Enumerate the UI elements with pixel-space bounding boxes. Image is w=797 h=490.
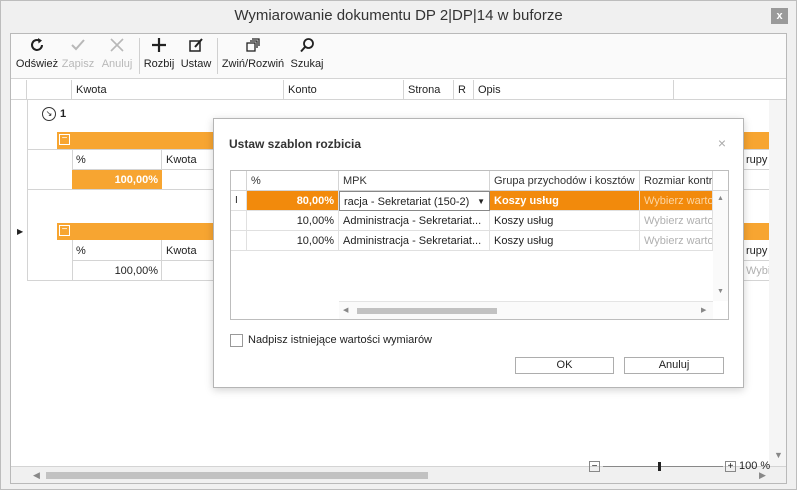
dialog-close-icon[interactable]: × [718,135,726,151]
dialog-vertical-scrollbar[interactable]: ▲ ▼ [713,191,728,301]
ok-button[interactable]: OK [515,357,614,374]
collapse-expand-button[interactable]: Zwiń/Rozwiń [220,36,286,76]
dialog-column-size[interactable]: Rozmiar kontr [640,171,713,191]
row-indicator-icon: ▶ [17,227,24,236]
cancel-dialog-button[interactable]: Anuluj [624,357,724,374]
cancel-button[interactable]: Anuluj [99,36,135,76]
plus-icon [142,36,176,58]
dialog-row2-size[interactable]: Wybierz wartość [640,211,713,231]
zoom-in-button[interactable]: + [725,461,736,472]
right-header-fragment: rupy [746,154,768,166]
dialog-row2-group[interactable]: Koszy usług [490,211,640,231]
overwrite-checkbox[interactable] [230,334,243,347]
scroll-thumb[interactable] [46,472,428,479]
dialog-column-group[interactable]: Grupa przychodów i kosztów [490,171,640,191]
mpk-dropdown[interactable]: racja - Sekretariat (150-2) ▼ [339,191,490,211]
dialog-row3-group[interactable]: Koszy usług [490,231,640,251]
search-icon [289,36,325,58]
refresh-button[interactable]: Odśwież [15,36,59,76]
row-indicator [231,211,247,231]
scroll-down-icon[interactable]: ▼ [774,450,783,460]
row2-percent: 100,00% [114,265,158,277]
dialog-column-percent[interactable]: % [247,171,339,191]
save-label: Zapisz [61,58,95,70]
set-label: Ustaw [180,58,212,70]
window-close-button[interactable]: x [771,8,788,24]
dialog-row2-percent[interactable]: 10,00% [247,211,339,231]
overwrite-label: Nadpisz istniejące wartości wymiarów [248,334,433,346]
toolbar: Odśwież Zapisz Anuluj Rozbij Ustaw Zwiń/… [11,34,786,79]
scroll-left-icon[interactable]: ◀ [33,470,40,481]
save-button[interactable]: Zapisz [61,36,95,76]
zoom-control: − + 100 % [589,460,774,474]
dialog-row3-size[interactable]: Wybierz wartość [640,231,713,251]
zoom-slider-thumb[interactable] [658,462,661,471]
search-label: Szukaj [290,58,324,70]
right-header-fragment-2: rupy [746,245,768,257]
column-header-empty [674,80,786,100]
x-icon [99,36,135,58]
search-button[interactable]: Szukaj [289,36,325,76]
group-collapse-icon[interactable]: ↘ [42,107,56,121]
column-header-r[interactable]: R [454,80,474,100]
check-icon [61,36,95,58]
row-cursor-icon: I [231,191,247,211]
split-template-dialog: Ustaw szablon rozbicia × % MPK Grupa prz… [213,118,744,388]
group-label: 1 [60,108,67,120]
dialog-row3-percent[interactable]: 10,00% [247,231,339,251]
collapse-toggle-icon[interactable]: − [59,134,70,145]
split-button[interactable]: Rozbij [142,36,176,76]
dialog-scroll-thumb[interactable] [357,308,497,314]
column-header-strona[interactable]: Strona [404,80,454,100]
vertical-scrollbar[interactable]: ▼ [769,100,786,466]
grid-header-spacer [27,80,72,100]
dialog-row1-group[interactable]: Koszy usług [490,191,640,211]
toolbar-separator [139,38,140,74]
cancel-label: Anuluj [101,58,133,70]
zoom-slider-track[interactable] [603,466,723,467]
dialog-row3-mpk[interactable]: Administracja - Sekretariat... [339,231,490,251]
sub-header-kwota-2: Kwota [166,245,197,257]
sub-header-kwota: Kwota [166,154,197,166]
row1-percent: 100,00% [114,174,158,186]
row-indicator [231,231,247,251]
dialog-column-scroll [713,171,728,191]
grid-line [27,100,28,280]
window-title: Wymiarowanie dokumentu DP 2|DP|14 w bufo… [234,7,563,24]
dialog-row1-percent[interactable]: 80,00% [247,191,339,211]
dialog-title: Ustaw szablon rozbicia [229,137,362,151]
scroll-down-icon[interactable]: ▼ [717,288,724,295]
dialog-grid: % MPK Grupa przychodów i kosztów Rozmiar… [230,170,729,320]
collapse-expand-label: Zwiń/Rozwiń [221,58,285,70]
dialog-row1-size[interactable]: Wybierz wartość [640,191,713,211]
grid-header-indicator [11,80,27,100]
mpk-dropdown-value: racja - Sekretariat (150-2) [344,196,470,208]
scroll-left-icon[interactable]: ◀ [343,306,348,314]
zoom-out-button[interactable]: − [589,461,600,472]
refresh-icon [15,36,59,58]
split-label: Rozbij [143,58,175,70]
dialog-grid-indicator-header [231,171,247,191]
column-header-konto[interactable]: Konto [284,80,404,100]
sub-header-percent: % [76,154,86,166]
set-button[interactable]: Ustaw [179,36,213,76]
collapse-toggle-icon[interactable]: − [59,225,70,236]
column-header-kwota[interactable]: Kwota [72,80,284,100]
refresh-label: Odśwież [15,58,59,70]
column-header-opis[interactable]: Opis [474,80,674,100]
edit-icon [179,36,213,58]
dropdown-arrow-icon[interactable]: ▼ [477,192,485,210]
zoom-value: 100 % [739,460,771,472]
scroll-right-icon[interactable]: ▶ [701,306,706,314]
dialog-row2-mpk[interactable]: Administracja - Sekretariat... [339,211,490,231]
toolbar-separator [217,38,218,74]
scroll-up-icon[interactable]: ▲ [717,195,724,202]
windows-icon [220,36,286,58]
dialog-horizontal-scrollbar[interactable]: ◀ ▶ [339,301,713,319]
sub-header-percent-2: % [76,245,86,257]
dialog-column-mpk[interactable]: MPK [339,171,490,191]
